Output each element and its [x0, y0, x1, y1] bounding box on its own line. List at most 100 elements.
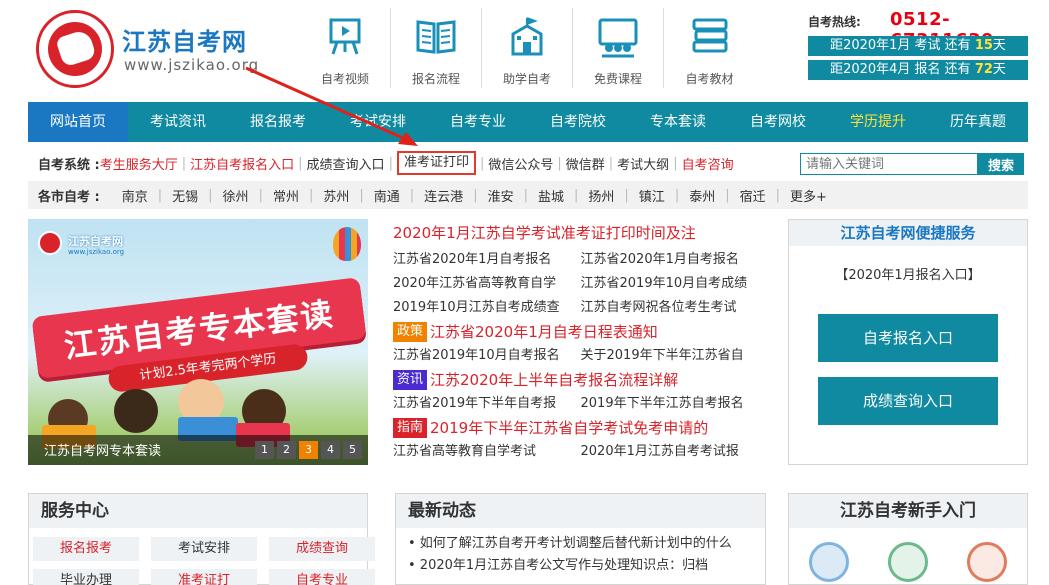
banner-page-button[interactable]: 2: [277, 441, 296, 459]
city-link[interactable]: 徐州: [213, 186, 259, 205]
link-wechat-official[interactable]: 微信公众号: [488, 154, 553, 173]
search-button[interactable]: 搜索: [978, 153, 1024, 175]
news-tag-line[interactable]: 指南 2019年下半年江苏省自学考试免考申请的: [393, 416, 768, 440]
pencil-icon[interactable]: [967, 542, 1008, 582]
news-link[interactable]: 江苏省高等教育自学考试: [393, 440, 581, 464]
link-service-hall[interactable]: 考生服务大厅: [100, 154, 178, 173]
exam-countdown-suffix: 天: [992, 38, 1006, 53]
brand-name[interactable]: 江苏自考网: [122, 22, 247, 57]
service-item[interactable]: 考试安排: [151, 537, 257, 561]
beginner-guide-title: 江苏自考新手入门: [789, 494, 1027, 528]
news-tag-title: 江苏省2020年1月自考日程表通知: [430, 323, 658, 341]
latest-news-box: 最新动态 • 如何了解江苏自考开考计划调整后替代新计划中的什么 • 2020年1…: [395, 493, 766, 585]
city-link[interactable]: 泰州: [679, 186, 725, 205]
news-headline[interactable]: 2020年1月江苏自学考试准考证打印时间及注: [393, 222, 768, 244]
topnav-free-course[interactable]: 免费课程: [573, 8, 664, 88]
service-item[interactable]: 自考专业: [269, 569, 375, 585]
score-query-button[interactable]: 成绩查询入口: [818, 377, 998, 425]
promo-banner[interactable]: 江苏自考网 www.jszikao.org 江苏自考专本套读 计划2.5年考完两…: [28, 219, 368, 465]
news-link[interactable]: 江苏省2020年1月自考报名: [393, 248, 581, 272]
news-tag-line[interactable]: 资讯 江苏2020年上半年自考报名流程详解: [393, 368, 768, 392]
link-admission-ticket-print[interactable]: 准考证打印: [396, 151, 476, 175]
city-link-more[interactable]: 更多+: [780, 186, 837, 205]
link-wechat-group[interactable]: 微信群: [566, 154, 605, 173]
news-link[interactable]: 2019年下半年江苏自考报名: [581, 392, 769, 416]
exam-countdown-days: 15: [974, 38, 993, 53]
balloon-icon: [333, 227, 361, 261]
service-item[interactable]: 成绩查询: [269, 537, 375, 561]
city-link[interactable]: 连云港: [414, 186, 473, 205]
banner-page-button[interactable]: 4: [321, 441, 340, 459]
nav-exam-news[interactable]: 考试资讯: [128, 102, 228, 142]
divider: |: [673, 155, 678, 171]
nav-past-papers[interactable]: 历年真题: [928, 102, 1028, 142]
news-link[interactable]: 江苏省2019年下半年自考报: [393, 392, 581, 416]
quick-services-panel: 江苏自考网便捷服务 【2020年1月报名入口】 自考报名入口 成绩查询入口: [788, 219, 1028, 465]
banner-page-button-active[interactable]: 3: [299, 441, 318, 459]
link-score-query[interactable]: 成绩查询入口: [307, 154, 385, 173]
service-item[interactable]: 准考证打: [151, 569, 257, 585]
nav-colleges[interactable]: 自考院校: [528, 102, 628, 142]
city-link[interactable]: 南京: [112, 186, 158, 205]
news-link[interactable]: 江苏自考网祝各位考生考试: [581, 296, 769, 320]
banner-pager: 1 2 3 4 5: [255, 441, 362, 459]
news-row: 江苏省2019年10月自考报名 关于2019年下半年江苏省自: [393, 344, 768, 368]
news-link[interactable]: 江苏省2019年10月自考报名: [393, 344, 581, 368]
city-link[interactable]: 镇江: [629, 186, 675, 205]
search-input[interactable]: [800, 153, 978, 175]
city-link[interactable]: 扬州: [578, 186, 624, 205]
city-link[interactable]: 苏州: [313, 186, 359, 205]
topnav-assist[interactable]: 助学自考: [482, 8, 573, 88]
city-link[interactable]: 宿迁: [730, 186, 776, 205]
service-item[interactable]: 报名报考: [33, 537, 139, 561]
city-title: 各市自考 :: [38, 189, 100, 205]
nav-home[interactable]: 网站首页: [28, 102, 128, 142]
news-tag-title: 江苏2020年上半年自考报名流程详解: [430, 371, 679, 389]
topnav-video[interactable]: 自考视频: [300, 8, 391, 88]
news-link[interactable]: 2019年10月江苏自考成绩查: [393, 296, 581, 320]
brand-url: www.jszikao.org: [124, 56, 260, 74]
nav-online-school[interactable]: 自考网校: [728, 102, 828, 142]
topnav-apply-flow-label: 报名流程: [411, 72, 460, 86]
latest-news-item[interactable]: • 2020年1月江苏自考公文写作与处理知识点：归档: [408, 555, 765, 577]
news-link[interactable]: 2020年江苏省高等教育自学: [393, 272, 581, 296]
link-registration-entry[interactable]: 江苏自考报名入口: [190, 154, 294, 173]
banner-page-button[interactable]: 1: [255, 441, 274, 459]
search-box: 搜索: [800, 153, 1026, 175]
city-link[interactable]: 盐城: [528, 186, 574, 205]
nav-degree-upgrade[interactable]: 学历提升: [828, 102, 928, 142]
topnav-apply-flow[interactable]: 报名流程: [391, 8, 482, 88]
nav-combined-degree[interactable]: 专本套读: [628, 102, 728, 142]
apply-countdown: 距2020年4月 报名 还有 72天: [808, 60, 1028, 80]
link-syllabus[interactable]: 考试大纲: [617, 154, 669, 173]
beginner-guide-box: 江苏自考新手入门: [788, 493, 1028, 585]
globe-icon[interactable]: [808, 542, 849, 582]
exam-countdown-prefix: 距2020年1月 考试 还有: [830, 38, 975, 53]
service-item[interactable]: 毕业办理: [33, 569, 139, 585]
city-link[interactable]: 淮安: [478, 186, 524, 205]
magnifier-icon[interactable]: [887, 542, 928, 582]
banner-logo-url: www.jszikao.org: [68, 248, 125, 256]
nav-exam-schedule[interactable]: 考试安排: [328, 102, 428, 142]
nav-majors[interactable]: 自考专业: [428, 102, 528, 142]
city-link[interactable]: 常州: [263, 186, 309, 205]
registration-entry-button[interactable]: 自考报名入口: [818, 314, 998, 362]
link-consult[interactable]: 自考咨询: [682, 154, 734, 173]
city-link[interactable]: 南通: [364, 186, 410, 205]
latest-news-list: • 如何了解江苏自考开考计划调整后替代新计划中的什么 • 2020年1月江苏自考…: [396, 528, 765, 577]
site-logo[interactable]: [36, 10, 114, 88]
news-link[interactable]: 2020年1月江苏自考考试报: [581, 440, 769, 464]
apply-countdown-days: 72: [974, 62, 993, 77]
banner-logo-name: 江苏自考网: [68, 235, 123, 248]
news-link[interactable]: 江苏省2020年1月自考报名: [581, 248, 769, 272]
apply-countdown-prefix: 距2020年4月 报名 还有: [830, 62, 975, 77]
news-tag-line[interactable]: 政策 江苏省2020年1月自考日程表通知: [393, 320, 768, 344]
news-link[interactable]: 关于2019年下半年江苏省自: [581, 344, 769, 368]
latest-news-item[interactable]: • 如何了解江苏自考开考计划调整后替代新计划中的什么: [408, 533, 765, 555]
nav-registration[interactable]: 报名报考: [228, 102, 328, 142]
divider: |: [479, 155, 485, 171]
banner-page-button[interactable]: 5: [343, 441, 362, 459]
topnav-textbooks[interactable]: 自考教材: [664, 8, 755, 88]
city-link[interactable]: 无锡: [162, 186, 208, 205]
news-link[interactable]: 江苏省2019年10月自考成绩: [581, 272, 769, 296]
